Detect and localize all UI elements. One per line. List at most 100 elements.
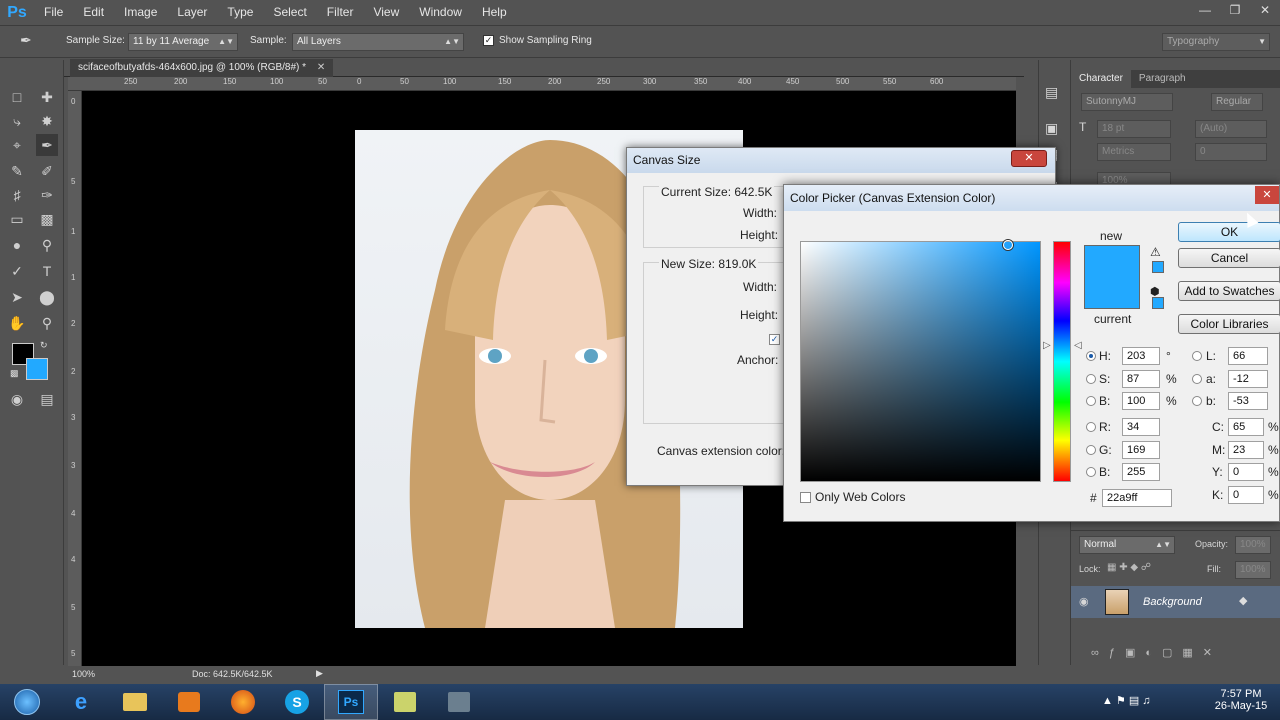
eyedropper-icon[interactable]: ✒ — [36, 134, 58, 156]
history-icon[interactable]: ▤ — [1045, 84, 1058, 101]
eraser-tool-icon[interactable]: ▭ — [6, 208, 28, 230]
default-colors-icon[interactable]: ▩ — [10, 368, 19, 379]
quick-select-tool-icon[interactable]: ✸ — [36, 110, 58, 132]
eyedropper-tool-icon[interactable]: ✒ — [20, 32, 40, 52]
out-of-gamut-warning-icon[interactable]: ⚠ — [1150, 245, 1161, 259]
lab-l-radio[interactable] — [1192, 351, 1202, 361]
lab-l-input[interactable]: 66 — [1228, 347, 1268, 365]
color-field[interactable] — [800, 241, 1041, 482]
color-field-marker[interactable] — [1003, 240, 1013, 250]
magenta-input[interactable]: 23 — [1228, 441, 1264, 459]
font-style-select[interactable]: Regular — [1211, 93, 1263, 111]
only-web-colors-checkbox[interactable] — [800, 492, 811, 503]
swap-colors-icon[interactable]: ↻ — [40, 340, 48, 351]
sampling-ring-checkbox[interactable]: ✓ — [483, 35, 494, 46]
visibility-eye-icon[interactable]: ◉ — [1079, 595, 1089, 608]
relative-checkbox[interactable]: ✓ — [769, 334, 780, 345]
font-family-select[interactable]: SutonnyMJ — [1081, 93, 1173, 111]
clock[interactable]: 7:57 PM 26-May-15 — [1206, 688, 1276, 712]
hue-slider-right-arrow-icon[interactable]: ◁ — [1074, 340, 1082, 351]
lab-b-radio[interactable] — [1192, 396, 1202, 406]
layer-row-background[interactable]: ◉ Background ◆ — [1071, 586, 1280, 618]
black-input[interactable]: 0 — [1228, 486, 1264, 504]
zoom-level[interactable]: 100% — [72, 669, 95, 679]
skype-icon[interactable]: S — [270, 684, 324, 720]
move-tool-icon[interactable]: ✚ — [36, 86, 58, 108]
blend-mode-select[interactable]: Normal ▲▼ — [1079, 536, 1175, 554]
menu-image[interactable]: Image — [114, 0, 167, 25]
firefox-icon[interactable] — [216, 684, 270, 720]
info-icon[interactable]: ▣ — [1045, 120, 1058, 137]
canvas-size-close-button[interactable]: ✕ — [1011, 150, 1047, 167]
lasso-tool-icon[interactable]: ⤷ — [6, 110, 28, 132]
hue-slider-left-arrow-icon[interactable]: ▷ — [1043, 340, 1051, 351]
pen-tool-icon[interactable]: ✓ — [6, 260, 28, 282]
workspace-select[interactable]: Typography ▼ — [1162, 33, 1270, 51]
lab-b-input[interactable]: -53 — [1228, 392, 1268, 410]
minimize-icon[interactable]: — — [1190, 0, 1220, 20]
notepad-icon[interactable] — [378, 684, 432, 720]
crop-tool-icon[interactable]: ⌖ — [6, 134, 28, 156]
menu-select[interactable]: Select — [263, 0, 316, 25]
web-safe-swatch[interactable] — [1152, 297, 1164, 309]
saturation-input[interactable]: 87 — [1122, 370, 1160, 388]
saturation-radio[interactable] — [1086, 374, 1096, 384]
green-radio[interactable] — [1086, 445, 1096, 455]
file-explorer-icon[interactable] — [108, 684, 162, 720]
blue-input[interactable]: 255 — [1122, 463, 1160, 481]
path-select-icon[interactable]: ➤ — [6, 286, 28, 308]
green-input[interactable]: 169 — [1122, 441, 1160, 459]
play-icon[interactable]: ▶ — [316, 668, 323, 679]
font-size-field[interactable]: 18 pt — [1097, 120, 1171, 138]
tab-paragraph[interactable]: Paragraph — [1131, 70, 1194, 88]
layer-actions-icons[interactable]: ∞ƒ▣◐▢▦✕ — [1091, 646, 1222, 659]
red-input[interactable]: 34 — [1122, 418, 1160, 436]
hex-input[interactable]: 22a9ff — [1102, 489, 1172, 507]
menu-window[interactable]: Window — [409, 0, 472, 25]
history-brush-icon[interactable]: ✑ — [36, 184, 58, 206]
screen-mode-icon[interactable]: ▤ — [36, 388, 58, 410]
clone-stamp-icon[interactable]: ♯ — [6, 184, 28, 206]
internet-explorer-icon[interactable]: e — [54, 684, 108, 720]
color-libraries-button[interactable]: Color Libraries — [1178, 314, 1280, 334]
fill-field[interactable]: 100% — [1235, 561, 1271, 579]
yellow-input[interactable]: 0 — [1228, 463, 1264, 481]
ok-button[interactable]: OK — [1178, 222, 1280, 242]
opacity-field[interactable]: 100% — [1235, 536, 1271, 554]
blur-tool-icon[interactable]: ● — [6, 234, 28, 256]
add-to-swatches-button[interactable]: Add to Swatches — [1178, 281, 1280, 301]
lab-a-radio[interactable] — [1192, 374, 1202, 384]
quick-mask-icon[interactable]: ◉ — [6, 388, 28, 410]
hue-input[interactable]: 203 — [1122, 347, 1160, 365]
brush-tool-icon[interactable]: ✐ — [36, 160, 58, 182]
lab-a-input[interactable]: -12 — [1228, 370, 1268, 388]
hand-tool-icon[interactable]: ✋ — [6, 312, 28, 334]
close-window-icon[interactable]: ✕ — [1250, 0, 1280, 20]
menu-file[interactable]: File — [34, 0, 73, 25]
menu-edit[interactable]: Edit — [73, 0, 114, 25]
brightness-radio[interactable] — [1086, 396, 1096, 406]
color-picker-close-icon[interactable]: ✕ — [1255, 186, 1279, 204]
document-tab[interactable]: scifaceofbutyafds-464x600.jpg @ 100% (RG… — [70, 59, 334, 77]
menu-view[interactable]: View — [363, 0, 409, 25]
leading-field[interactable]: (Auto) — [1195, 120, 1267, 138]
dodge-tool-icon[interactable]: ⚲ — [36, 234, 58, 256]
tracking-field[interactable]: 0 — [1195, 143, 1267, 161]
cyan-input[interactable]: 65 — [1228, 418, 1264, 436]
lock-icons[interactable]: ▦ ✚ ◆ ☍ — [1107, 562, 1151, 573]
hue-radio[interactable] — [1086, 351, 1096, 361]
menu-type[interactable]: Type — [217, 0, 263, 25]
close-tab-icon[interactable]: ✕ — [317, 62, 325, 73]
tab-character[interactable]: Character — [1071, 70, 1131, 88]
menu-filter[interactable]: Filter — [317, 0, 364, 25]
blue-radio[interactable] — [1086, 467, 1096, 477]
brightness-input[interactable]: 100 — [1122, 392, 1160, 410]
gradient-tool-icon[interactable]: ▩ — [36, 208, 58, 230]
zoom-tool-icon[interactable]: ⚲ — [36, 312, 58, 334]
menu-help[interactable]: Help — [472, 0, 517, 25]
cancel-button[interactable]: Cancel — [1178, 248, 1280, 268]
type-tool-icon[interactable]: T — [36, 260, 58, 282]
tool-app-icon[interactable] — [432, 684, 486, 720]
sample-size-select[interactable]: 11 by 11 Average ▲▼ — [128, 33, 238, 51]
photoshop-taskbar-icon[interactable]: Ps — [324, 684, 378, 720]
